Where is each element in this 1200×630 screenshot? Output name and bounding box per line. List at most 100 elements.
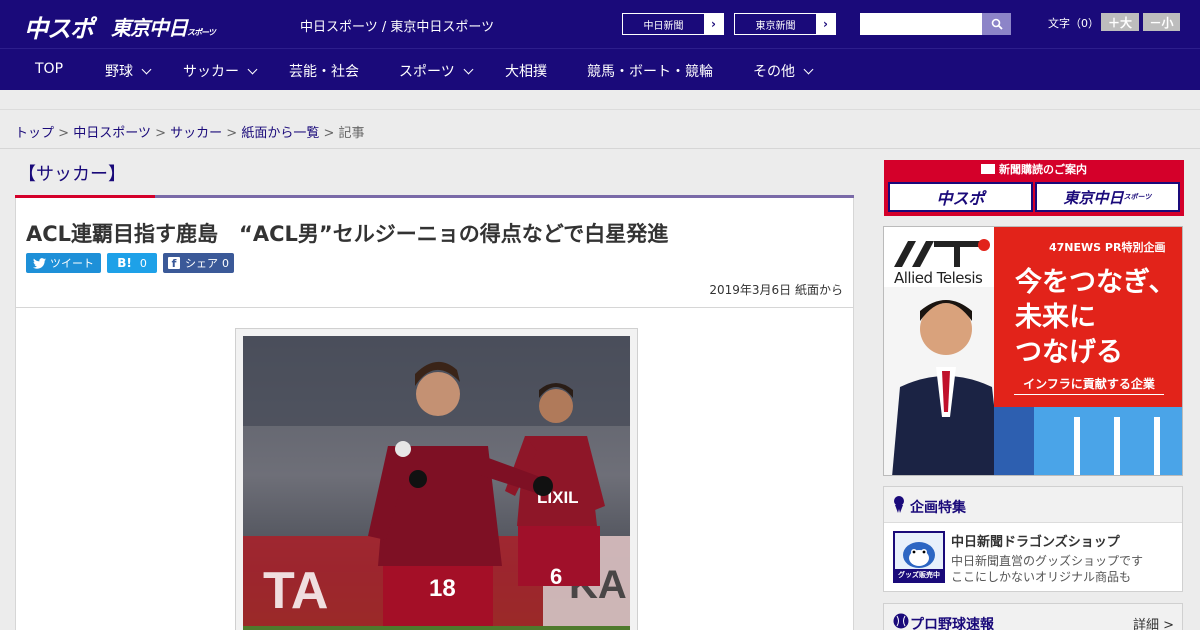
medal-icon bbox=[894, 496, 904, 513]
breadcrumb-soccer[interactable]: サッカー bbox=[170, 126, 222, 141]
breadcrumb-separator: > bbox=[155, 126, 166, 141]
article-date: 2019年3月6日 紙面から bbox=[709, 283, 843, 297]
article-body: TA KA LIXIL 6 1 bbox=[15, 308, 854, 630]
breadcrumb-chunichi-sports[interactable]: 中日スポーツ bbox=[73, 126, 151, 141]
subscription-banner[interactable]: 新聞購読のご案内 中スポ 東京中日 スポーツ bbox=[884, 160, 1184, 216]
facebook-share-count: 0 bbox=[222, 256, 229, 270]
facebook-share-button[interactable]: f シェア 0 bbox=[163, 253, 234, 273]
baseball-scores-header: プロ野球速報 詳細 > bbox=[884, 604, 1182, 630]
hatena-button[interactable]: B! 0 bbox=[107, 253, 157, 273]
site-header: 中スポ 東京中日スポーツ 中日スポーツ / 東京中日スポーツ 中日新聞 › 東京… bbox=[0, 0, 1200, 48]
nav-label: その他 bbox=[753, 64, 795, 80]
left-player-number: 18 bbox=[429, 575, 456, 602]
search-button[interactable] bbox=[982, 13, 1011, 35]
subscribe-tokyo-small: スポーツ bbox=[1123, 193, 1152, 201]
font-smaller-button[interactable]: －小 bbox=[1143, 13, 1180, 31]
feature-item-desc2: ここにしかないオリジナル商品も bbox=[951, 570, 1132, 584]
tokyo-chunichi-logo[interactable]: 東京中日スポーツ bbox=[111, 12, 216, 41]
chevron-down-icon bbox=[463, 64, 474, 75]
right-player-number: 6 bbox=[550, 564, 562, 589]
subscribe-chuspo[interactable]: 中スポ bbox=[888, 182, 1033, 212]
allied-telesis-logo-icon bbox=[894, 239, 990, 267]
article-title: ACL連覇目指す鹿島 “ACL男”セルジーニョの得点などで白星発進 bbox=[26, 222, 669, 246]
font-size-label: 文字（0） bbox=[1048, 17, 1099, 30]
ad-pr-label: 47NEWS PR特別企画 bbox=[1049, 241, 1166, 254]
nav-item-sumo[interactable]: 大相撲 bbox=[505, 61, 547, 81]
nav-label: スポーツ bbox=[399, 64, 455, 80]
nav-item-entertainment[interactable]: 芸能・社会 bbox=[289, 61, 359, 81]
baseball-icon bbox=[893, 613, 909, 629]
article-photo[interactable]: TA KA LIXIL 6 1 bbox=[243, 336, 630, 630]
breadcrumb-separator: > bbox=[58, 126, 70, 141]
feature-box-header: 企画特集 bbox=[884, 487, 1182, 523]
section-title: 【サッカー】 bbox=[18, 164, 126, 185]
breadcrumb-top[interactable]: トップ bbox=[15, 126, 54, 141]
font-larger-button[interactable]: ＋大 bbox=[1101, 13, 1139, 31]
tokyo-shimbun-link[interactable]: 東京新聞 › bbox=[734, 13, 836, 35]
chevron-right-icon: › bbox=[816, 14, 835, 34]
ad-strip bbox=[0, 90, 1200, 110]
nav-item-top[interactable]: TOP bbox=[35, 61, 63, 77]
tweet-label: ツイート bbox=[50, 257, 94, 270]
ad-line2: 未来に bbox=[1015, 302, 1096, 333]
tweet-button[interactable]: ツイート bbox=[26, 253, 101, 273]
baseball-scores-title: プロ野球速報 bbox=[910, 617, 994, 630]
feature-item-title[interactable]: 中日新聞ドラゴンズショップ bbox=[951, 531, 1120, 550]
nav-item-racing[interactable]: 競馬・ボート・競輪 bbox=[587, 61, 713, 81]
nav-item-soccer[interactable]: サッカー bbox=[183, 61, 258, 81]
main-nav: TOP 野球 サッカー 芸能・社会 スポーツ 大相撲 競馬・ボート・競輪 その他 bbox=[0, 48, 1200, 90]
nav-label: 野球 bbox=[105, 64, 133, 80]
subscription-heading-text: 新聞購読のご案内 bbox=[999, 163, 1087, 176]
dragons-shop-thumb[interactable]: グッズ販売中 bbox=[893, 531, 945, 583]
tokyo-logo-text: 東京中日 bbox=[111, 16, 188, 40]
facebook-icon: f bbox=[168, 257, 180, 270]
subscription-heading: 新聞購読のご案内 bbox=[884, 160, 1184, 180]
nav-item-baseball[interactable]: 野球 bbox=[105, 61, 152, 81]
soccer-photo-illustration: TA KA LIXIL 6 1 bbox=[243, 336, 630, 630]
chevron-down-icon bbox=[803, 64, 814, 75]
chunichi-shimbun-label: 中日新聞 bbox=[643, 20, 684, 32]
breadcrumb-separator: > bbox=[323, 126, 335, 141]
svg-text:TA: TA bbox=[263, 562, 328, 620]
feature-box-title: 企画特集 bbox=[910, 500, 966, 516]
article-header: ACL連覇目指す鹿島 “ACL男”セルジーニョの得点などで白星発進 ツイート B… bbox=[15, 198, 854, 308]
mascot-icon bbox=[895, 533, 943, 569]
chevron-down-icon bbox=[247, 64, 258, 75]
subscribe-tokyo-label: 東京中日 bbox=[1063, 188, 1124, 207]
chevron-down-icon bbox=[141, 64, 152, 75]
nav-label: 大相撲 bbox=[505, 64, 547, 80]
ad-line3: つなげる bbox=[1015, 337, 1123, 368]
search-input[interactable] bbox=[860, 13, 982, 35]
nav-label: TOP bbox=[35, 61, 64, 77]
breadcrumb-current: 記事 bbox=[338, 126, 365, 141]
nav-label: 競馬・ボート・競輪 bbox=[587, 64, 713, 80]
chevron-right-icon: › bbox=[704, 14, 723, 34]
thumb-label: グッズ販売中 bbox=[895, 569, 943, 581]
baseball-scores-box: プロ野球速報 詳細 > bbox=[883, 603, 1183, 630]
ad-sub-copy: インフラに貢献する企業 bbox=[1014, 375, 1164, 395]
facebook-share-label: シェア bbox=[185, 257, 218, 270]
newspaper-icon bbox=[981, 164, 995, 174]
subscribe-tokyo-chunichi[interactable]: 東京中日 スポーツ bbox=[1035, 182, 1180, 212]
site-names: 中日スポーツ / 東京中日スポーツ bbox=[300, 20, 495, 35]
nav-label: サッカー bbox=[183, 64, 239, 80]
hatena-count: 0 bbox=[139, 256, 147, 270]
hatena-icon: B! bbox=[117, 256, 132, 270]
ad-brand: Allied Telesis bbox=[894, 269, 983, 287]
tokyo-logo-small: スポーツ bbox=[187, 28, 216, 37]
nav-label: 芸能・社会 bbox=[289, 64, 359, 80]
breadcrumb: トップ > 中日スポーツ > サッカー > 紙面から一覧 > 記事 bbox=[15, 122, 365, 141]
feature-box: 企画特集 グッズ販売中 中日新聞ドラゴンズショップ 中日新聞直営のグッズショップ… bbox=[883, 486, 1183, 592]
ad-line1: 今をつなぎ、 bbox=[1015, 267, 1176, 298]
sidebar-ad[interactable]: Allied Telesis 47NEWS PR特別企画 今をつなぎ、 未来に … bbox=[883, 226, 1183, 476]
article-photo-frame: TA KA LIXIL 6 1 bbox=[235, 328, 638, 630]
chunichi-shimbun-link[interactable]: 中日新聞 › bbox=[622, 13, 724, 35]
breadcrumb-bar: トップ > 中日スポーツ > サッカー > 紙面から一覧 > 記事 bbox=[0, 111, 1200, 149]
search-icon bbox=[991, 18, 1003, 30]
breadcrumb-paper-list[interactable]: 紙面から一覧 bbox=[241, 126, 319, 141]
baseball-scores-more-link[interactable]: 詳細 > bbox=[1133, 614, 1174, 630]
nav-item-sports[interactable]: スポーツ bbox=[399, 61, 474, 81]
nav-item-other[interactable]: その他 bbox=[753, 61, 814, 81]
twitter-icon bbox=[33, 257, 46, 269]
chuspo-logo[interactable]: 中スポ bbox=[24, 9, 94, 44]
